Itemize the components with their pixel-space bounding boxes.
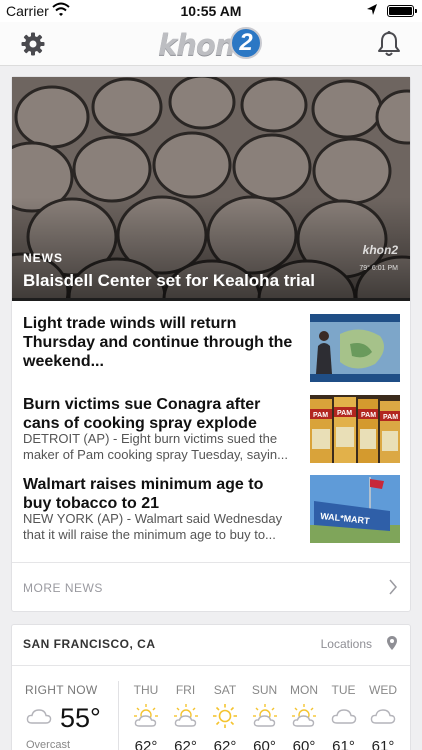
hero-story[interactable]: khon2 79° 6:01 PM NEWS Blaisdell Center … (12, 77, 410, 301)
forecast-day: FRI 62° (166, 665, 206, 750)
cloudy-icon (370, 703, 396, 734)
story-thumbnail-weather (310, 314, 400, 382)
pam-label: PAM (337, 410, 352, 417)
partly-sunny-icon (252, 703, 278, 734)
battery-icon (387, 5, 417, 17)
forecast-day-temp: 61° (371, 738, 395, 750)
forecast-day-temp: 60° (253, 738, 276, 750)
story-title: Light trade winds will return Thursday a… (23, 315, 293, 370)
hero-headline: Blaisdell Center set for Kealoha trial (23, 271, 315, 290)
story-item[interactable]: Burn victims sue Conagra after cans of c… (23, 395, 400, 463)
logo-word: khon (158, 28, 236, 62)
forecast-day-name: TUE (331, 683, 356, 697)
story-summary-line: maker of Pam cooking spray Tuesday, sayi… (23, 447, 288, 462)
forecast-day: TUE 61° (324, 665, 364, 750)
hero-watermark-info: 79° 6:01 PM (359, 265, 398, 272)
forecast-day-temp: 62° (134, 738, 158, 750)
partly-sunny-icon (291, 703, 317, 734)
cloudy-icon (26, 707, 52, 730)
forecast-day: SAT 62° (205, 665, 245, 750)
forecast-day: THU 62° (126, 665, 166, 750)
pam-label: PAM (383, 414, 398, 421)
hero-watermark: khon2 (362, 243, 398, 257)
hero-section-label: NEWS (23, 251, 63, 265)
forecast-day-name: THU (133, 683, 159, 697)
location-pin-icon[interactable] (386, 635, 398, 656)
story-thumbnail-pam: PAM PAM PAM PAM (310, 395, 400, 463)
partly-sunny-icon (133, 703, 159, 734)
story-summary-line: NEW YORK (AP) - Walmart said Wednesday (23, 511, 283, 526)
story-item[interactable]: Light trade winds will return Thursday a… (23, 314, 400, 382)
gear-icon[interactable] (20, 31, 46, 57)
story-summary-line: that it will raise the minimum age to bu… (23, 527, 276, 542)
forecast-day-name: SUN (251, 683, 278, 697)
forecast-day: MON 60° (284, 665, 324, 750)
logo-number: 2 (230, 27, 262, 59)
forecast-day-name: SAT (213, 683, 237, 697)
forecast-day-temp: 62° (174, 738, 197, 750)
forecast-day-name: FRI (175, 683, 196, 697)
forecast-day-temp: 61° (332, 738, 355, 750)
weather-card: SAN FRANCISCO, CA Locations RIGHT NOW 55… (11, 624, 411, 750)
status-bar: Carrier 10:55 AM (0, 0, 422, 22)
story-thumbnail-walmart: WAL*MART (310, 475, 400, 543)
pam-label: PAM (313, 412, 328, 419)
story-summary-line: DETROIT (AP) - Eight burn victims sued t… (23, 431, 278, 446)
news-card: khon2 79° 6:01 PM NEWS Blaisdell Center … (11, 76, 411, 612)
weather-vertical-divider (118, 681, 119, 750)
forecast-day-temp: 60° (292, 738, 316, 750)
status-time: 10:55 AM (180, 3, 242, 19)
top-nav-bar: khon 2 (0, 22, 422, 66)
pam-label: PAM (361, 412, 376, 419)
sunny-icon (212, 703, 238, 734)
right-now-label: RIGHT NOW (25, 683, 98, 697)
story-title: Burn victims sue Conagra after cans of c… (23, 396, 261, 432)
partly-sunny-icon (173, 703, 199, 734)
location-arrow-icon (366, 3, 378, 20)
khon2-logo: khon 2 (158, 26, 266, 62)
more-news-row[interactable]: MORE NEWS (12, 562, 410, 612)
current-conditions: RIGHT NOW 55° Overcast (12, 665, 118, 750)
story-item[interactable]: Walmart raises minimum age to buy tobacc… (23, 475, 400, 543)
more-news-label: MORE NEWS (23, 581, 103, 595)
forecast-day-temp: 62° (213, 738, 237, 750)
locations-link[interactable]: Locations (321, 637, 372, 651)
bell-icon[interactable] (376, 30, 402, 58)
cloudy-icon (331, 703, 357, 734)
chevron-right-icon (388, 579, 398, 600)
forecast-day-name: WED (369, 683, 397, 697)
story-title: Walmart raises minimum age to buy tobacc… (23, 476, 264, 512)
current-temp: 55° (60, 703, 101, 733)
forecast-day: WED 61° (363, 665, 403, 750)
weather-city: SAN FRANCISCO, CA (23, 637, 156, 651)
forecast-day: SUN 60° (245, 665, 285, 750)
forecast-day-name: MON (290, 683, 318, 697)
current-condition: Overcast (26, 739, 71, 750)
